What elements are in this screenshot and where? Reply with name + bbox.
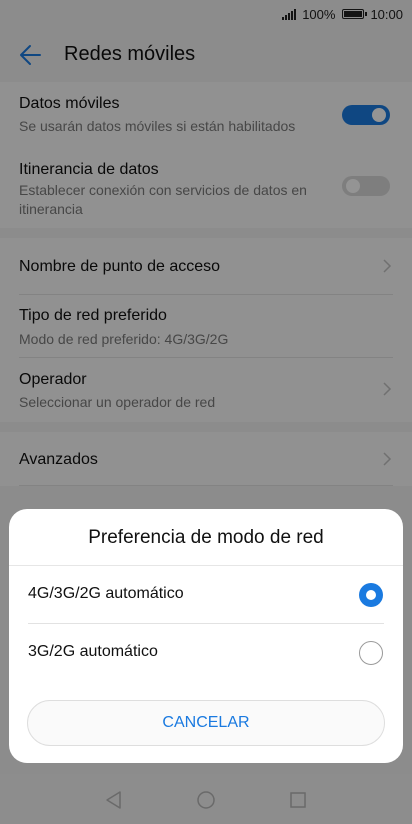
radio-unselected[interactable] [359, 641, 383, 665]
back-triangle-icon[interactable] [104, 790, 124, 810]
home-circle-icon[interactable] [196, 790, 216, 810]
screen: 100% 10:00 Redes móviles Datos móviles S… [0, 0, 412, 824]
recents-square-icon[interactable] [288, 790, 308, 810]
option-label: 4G/3G/2G automático [28, 585, 184, 602]
nav-bar [0, 774, 412, 824]
option-3g-2g[interactable]: 3G/2G automático [9, 624, 403, 682]
network-mode-dialog: Preferencia de modo de red 4G/3G/2G auto… [9, 509, 403, 763]
dialog-title: Preferencia de modo de red [88, 527, 324, 548]
option-4g-3g-2g[interactable]: 4G/3G/2G automático [9, 566, 403, 624]
radio-selected[interactable] [359, 583, 383, 607]
option-label: 3G/2G automático [28, 643, 158, 660]
cancel-button[interactable]: CANCELAR [27, 700, 385, 746]
